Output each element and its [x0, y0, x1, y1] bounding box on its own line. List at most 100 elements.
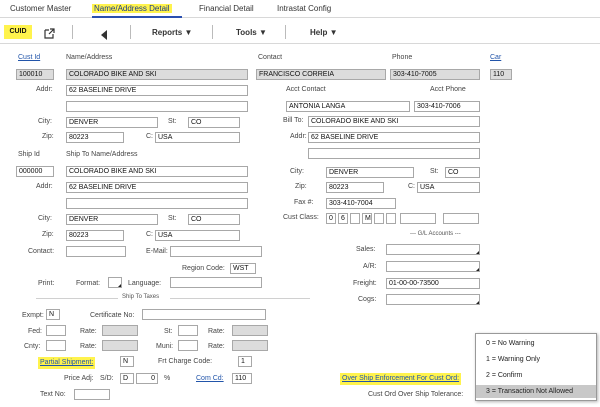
cust-class-ext-field[interactable] — [400, 213, 436, 224]
ship-to-addr-field[interactable]: 62 BASELINE DRIVE — [66, 182, 248, 193]
st-rate-field[interactable] — [232, 325, 268, 336]
language-label: Language: — [128, 280, 162, 287]
acct-phone-field[interactable]: 303-410-7006 — [414, 101, 480, 112]
exmpt-field[interactable]: N — [46, 309, 60, 320]
cust-class-5[interactable] — [374, 213, 384, 224]
sales-gl-field[interactable] — [386, 244, 480, 255]
language-field[interactable] — [170, 277, 262, 288]
region-code-field[interactable]: WST — [230, 263, 256, 274]
price-adj-label: Price Adj: — [64, 375, 94, 382]
ship-to-zip-field[interactable]: 80223 — [66, 230, 124, 241]
ship-to-name-field[interactable]: COLORADO BIKE AND SKI — [66, 166, 248, 177]
bill-to-country-field[interactable]: USA — [417, 182, 480, 193]
ship-to-st-field[interactable]: CO — [188, 214, 240, 225]
ship-contact-field[interactable] — [66, 246, 126, 257]
customer-addr-field[interactable]: 62 BASELINE DRIVE — [66, 85, 248, 96]
car-field[interactable]: 110 — [490, 69, 512, 80]
tab-bar-divider — [0, 17, 600, 18]
toolbar-separator — [130, 25, 131, 39]
bill-to-st-field[interactable]: CO — [445, 167, 480, 178]
cogs-gl-field[interactable] — [386, 294, 480, 305]
com-cd-link[interactable]: Com Cd: — [196, 374, 224, 384]
cnty-rate-field[interactable] — [102, 340, 138, 351]
car-header[interactable]: Car — [490, 53, 501, 63]
cust-class-2[interactable]: 6 — [338, 213, 348, 224]
sd-field[interactable]: D — [120, 373, 134, 384]
tab-intrastat-config[interactable]: Intrastat Config — [277, 4, 331, 13]
contact-label: Contact: — [28, 248, 55, 255]
tab-financial-detail[interactable]: Financial Detail — [199, 4, 254, 13]
frt-charge-code-field[interactable]: 1 — [238, 356, 252, 367]
sd-label: S/D: — [100, 375, 114, 382]
cust-id-header[interactable]: Cust Id — [18, 53, 40, 63]
format-field[interactable] — [108, 277, 122, 288]
cust-class-ext2-field[interactable] — [443, 213, 479, 224]
dropdown-option[interactable]: 2 = Confirm — [476, 369, 596, 382]
over-ship-enforcement-label[interactable]: Over Ship Enforcement For Cust Ord: — [340, 373, 462, 385]
email-field[interactable] — [170, 246, 262, 257]
muni-rate-field[interactable] — [232, 340, 268, 351]
over-ship-tolerance-label: Cust Ord Over Ship Tolerance: — [368, 391, 464, 398]
contact-field[interactable]: FRANCISCO CORREIA — [256, 69, 386, 80]
muni-field[interactable] — [178, 340, 198, 351]
reports-menu[interactable]: Reports ▼ — [152, 28, 192, 37]
ship-to-country-field[interactable]: USA — [155, 230, 240, 241]
st-tax-field[interactable] — [178, 325, 198, 336]
dropdown-option[interactable]: 0 = No Warning — [476, 337, 596, 350]
partial-shipment-label[interactable]: Partial Shipment: — [38, 357, 96, 369]
cust-class-1[interactable]: 0 — [326, 213, 336, 224]
phone-field[interactable]: 303-410-7005 — [390, 69, 480, 80]
cuid-button[interactable]: CUID — [4, 25, 32, 39]
tab-name-address-detail[interactable]: Name/Address Detail — [92, 4, 172, 13]
freight-label: Freight: — [353, 280, 377, 287]
com-cd-field[interactable]: 110 — [232, 373, 252, 384]
customer-city-field[interactable]: DENVER — [66, 117, 158, 128]
over-ship-enforcement-dropdown[interactable]: 0 = No Warning 1 = Warning Only 2 = Conf… — [475, 333, 597, 401]
cust-class-4[interactable]: M — [362, 213, 372, 224]
customer-country-field[interactable]: USA — [155, 132, 240, 143]
text-no-field[interactable] — [74, 389, 110, 400]
cust-class-6[interactable] — [386, 213, 396, 224]
email-label: E-Mail: — [146, 248, 168, 255]
back-arrow-icon[interactable] — [100, 27, 108, 45]
zip-label: Zip: — [42, 133, 54, 140]
customer-name-field[interactable]: COLORADO BIKE AND SKI — [66, 69, 248, 80]
cust-class-3[interactable] — [350, 213, 360, 224]
ship-id-field[interactable]: 000000 — [16, 166, 54, 177]
customer-addr2-field[interactable] — [66, 101, 248, 112]
acct-contact-label: Acct Contact — [286, 86, 326, 93]
bill-to-city-field[interactable]: DENVER — [326, 167, 414, 178]
ship-to-addr2-field[interactable] — [66, 198, 248, 209]
price-adj-pct-field[interactable]: 0 — [136, 373, 158, 384]
fed-rate-field[interactable] — [102, 325, 138, 336]
customer-st-field[interactable]: CO — [188, 117, 240, 128]
freight-gl-field[interactable]: 01-00-00-73500 — [386, 278, 480, 289]
cnty-field[interactable] — [46, 340, 66, 351]
customer-zip-field[interactable]: 80223 — [66, 132, 124, 143]
help-menu[interactable]: Help ▼ — [310, 28, 338, 37]
contact-header: Contact — [258, 54, 283, 61]
external-link-icon[interactable] — [44, 26, 55, 39]
bill-to-addr-field[interactable]: 62 BASELINE DRIVE — [308, 132, 480, 143]
ship-zip-label: Zip: — [42, 231, 54, 238]
cust-id-field[interactable]: 100010 — [16, 69, 54, 80]
field-lookup-icon — [476, 268, 479, 271]
bill-to-name-field[interactable]: COLORADO BIKE AND SKI — [308, 116, 480, 127]
bill-country-label: C: — [408, 183, 415, 190]
st-label: St: — [168, 118, 177, 125]
ar-gl-field[interactable] — [386, 261, 480, 272]
certificate-no-field[interactable] — [142, 309, 266, 320]
tools-menu[interactable]: Tools ▼ — [236, 28, 267, 37]
frt-charge-code-label: Frt Charge Code: — [158, 358, 213, 365]
fax-field[interactable]: 303-410-7004 — [326, 198, 396, 209]
fed-field[interactable] — [46, 325, 66, 336]
pct-label: % — [164, 375, 171, 382]
dropdown-option[interactable]: 1 = Warning Only — [476, 353, 596, 366]
dropdown-option-selected[interactable]: 3 = Transaction Not Allowed — [476, 385, 596, 398]
bill-to-addr2-field[interactable] — [308, 148, 480, 159]
partial-shipment-field[interactable]: N — [120, 356, 134, 367]
tab-customer-master[interactable]: Customer Master — [10, 4, 71, 13]
ship-to-city-field[interactable]: DENVER — [66, 214, 158, 225]
bill-to-zip-field[interactable]: 80223 — [326, 182, 384, 193]
acct-contact-field[interactable]: ANTONIA LANGA — [286, 101, 410, 112]
